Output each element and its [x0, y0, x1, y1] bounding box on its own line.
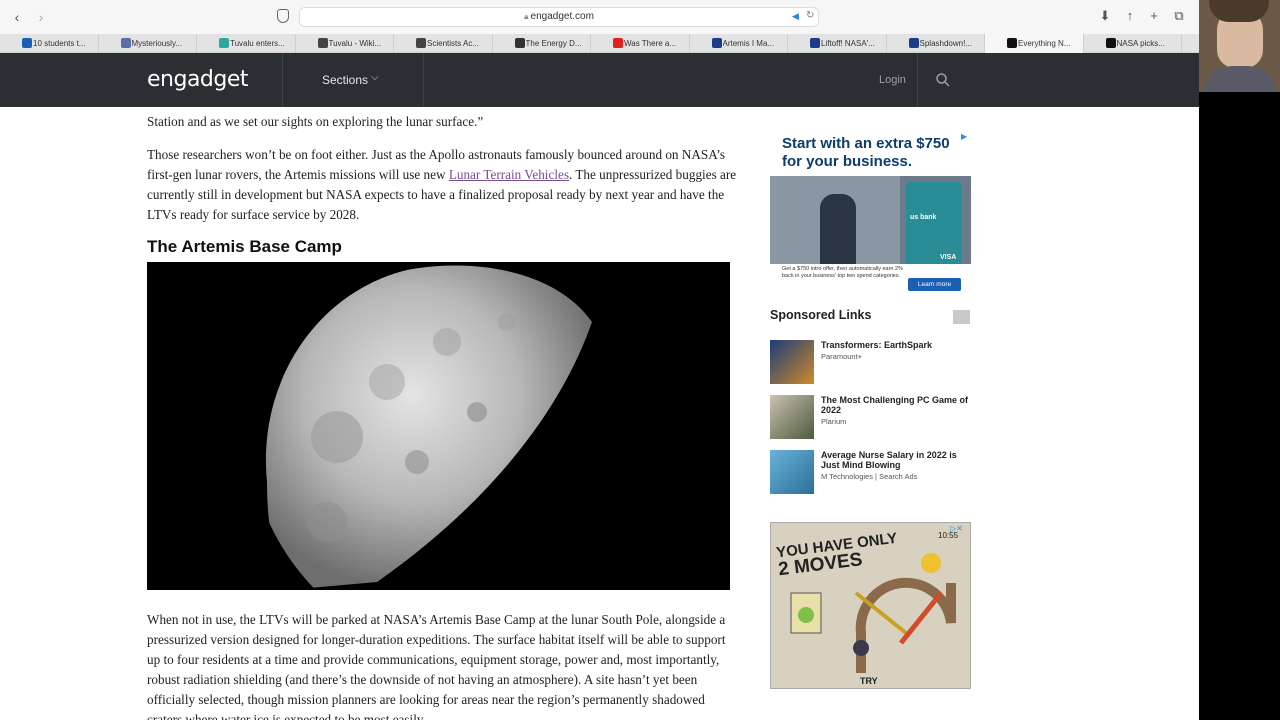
article-paragraph: Those researchers won’t be on foot eithe… [147, 145, 737, 225]
adchoices-icon[interactable]: ▶ [961, 133, 969, 141]
sponsored-thumbnail[interactable] [770, 450, 814, 494]
tab-favicon-icon [810, 38, 820, 48]
tab-label: Was There a... [624, 39, 677, 48]
browser-toolbar: ‹ › 🔒︎ engadget.com ◀ ↻ ⬇ ↑ + ⧉ [0, 0, 1199, 34]
tab-favicon-icon [22, 38, 32, 48]
search-icon[interactable] [935, 72, 951, 88]
article-paragraph: Station and as we set our sights on expl… [147, 114, 484, 129]
tab-favicon-icon [317, 38, 328, 48]
reload-icon[interactable]: ↻ [806, 10, 814, 21]
browser-tab[interactable]: Everything N... [985, 34, 1084, 53]
header-divider [917, 53, 918, 107]
chevron-down-icon[interactable]: ⌵ [371, 72, 379, 83]
url-text: engadget.com [530, 11, 594, 22]
browser-tab[interactable]: Mysteriously... [99, 34, 197, 53]
lunar-terrain-vehicles-link[interactable]: Lunar Terrain Vehicles [449, 167, 569, 182]
sponsored-item[interactable]: The Most Challenging PC Game of 2022 Pla… [770, 395, 970, 439]
browser-tab[interactable]: Splashdown!... [887, 34, 985, 53]
game-illustration [790, 553, 956, 673]
tab-favicon-icon [908, 38, 919, 48]
learn-more-button[interactable]: Learn more [908, 278, 961, 291]
tab-label: Mysteriously... [131, 39, 183, 48]
tab-label: Tuvalu enters... [230, 39, 285, 48]
tab-overview-icon[interactable]: ⧉ [1172, 9, 1186, 23]
section-heading: The Artemis Base Camp [147, 237, 342, 256]
tab-label: Splashdown!... [919, 39, 972, 48]
sponsored-thumbnail[interactable] [770, 340, 814, 384]
forward-icon[interactable]: › [33, 9, 49, 25]
sections-menu[interactable]: Sections [322, 73, 368, 87]
share-icon[interactable]: ↑ [1123, 9, 1137, 23]
sponsored-headline[interactable]: Transformers: EarthSpark [821, 340, 971, 350]
usbank-ad[interactable]: Start with an extra $750 for your busine… [770, 130, 971, 292]
privacy-shield-icon[interactable] [277, 9, 289, 23]
browser-tab[interactable]: The Energy D... [493, 34, 591, 53]
tab-favicon-icon [613, 38, 623, 48]
browser-tab[interactable]: Scientists Ac... [394, 34, 493, 53]
ad-photo: us bank VISA [770, 176, 971, 264]
sponsored-source: Plarium [821, 417, 847, 426]
sponsored-thumbnail[interactable] [770, 395, 814, 439]
article-paragraph: When not in use, the LTVs will be parked… [147, 612, 726, 720]
card-brand: us bank [910, 214, 937, 221]
ad-fine-print: Get a $750 intro offer, then automatical… [782, 266, 903, 279]
sponsored-headline[interactable]: The Most Challenging PC Game of 2022 [821, 395, 971, 415]
ad-headline: Start with an extra $750 for your busine… [782, 135, 950, 170]
site-header: engadget Sections ⌵ Login [0, 53, 1199, 107]
sponsored-source: M Technologies | Search Ads [821, 472, 918, 481]
tab-label: Everything N... [1018, 39, 1071, 48]
browser-window: ‹ › 🔒︎ engadget.com ◀ ↻ ⬇ ↑ + ⧉ 10 stude… [0, 0, 1199, 720]
download-icon[interactable]: ⬇ [1098, 9, 1112, 23]
tab-favicon-icon [1007, 38, 1017, 48]
address-bar[interactable]: 🔒︎ engadget.com ◀ ↻ [299, 7, 819, 27]
sponsored-source: Paramount+ [821, 352, 863, 361]
moon-photo [147, 262, 730, 590]
browser-tab[interactable]: Artemis I Ma... [690, 34, 788, 53]
tab-favicon-icon [219, 38, 229, 48]
tab-label: Scientists Ac... [427, 39, 480, 48]
new-tab-icon[interactable]: + [1147, 9, 1161, 23]
webcam-overlay [1199, 0, 1280, 92]
tab-label: Artemis I Ma... [722, 39, 775, 48]
tab-favicon-icon [1105, 38, 1116, 48]
tab-label: Tuvalu - Wiki... [328, 39, 382, 48]
header-divider [423, 53, 424, 107]
browser-tab[interactable]: Tuvalu enters... [197, 34, 296, 53]
card-network: VISA [940, 254, 957, 261]
audio-icon[interactable]: ◀ [792, 11, 799, 22]
sponsored-item[interactable]: Average Nurse Salary in 2022 is Just Min… [770, 450, 970, 494]
login-link[interactable]: Login [879, 74, 906, 86]
engadget-logo[interactable]: engadget [147, 67, 249, 92]
header-divider [859, 53, 860, 107]
tab-favicon-icon [711, 38, 722, 48]
sponsored-links-title: Sponsored Links [770, 308, 872, 322]
back-icon[interactable]: ‹ [9, 9, 25, 25]
sponsored-headline[interactable]: Average Nurse Salary in 2022 is Just Min… [821, 450, 971, 470]
tab-label: 10 students t... [33, 39, 86, 48]
browser-tab[interactable]: NASA picks... [1084, 34, 1182, 53]
tab-favicon-icon [514, 38, 525, 48]
browser-tab[interactable]: Liftoff! NASA'... [788, 34, 887, 53]
browser-tab[interactable]: Tuvalu - Wiki... [296, 34, 394, 53]
tab-favicon-icon [416, 38, 426, 48]
tab-label: NASA picks... [1116, 39, 1165, 48]
tab-label: The Energy D... [525, 39, 582, 48]
try-button[interactable]: TRY [860, 676, 878, 686]
browser-tab[interactable]: 10 students t... [0, 34, 99, 53]
header-divider [282, 53, 283, 107]
tab-label: Liftoff! NASA'... [821, 39, 875, 48]
tab-favicon-icon [120, 38, 131, 48]
game-ad[interactable]: YOU HAVE ONLY 2 MOVES 10:55 ▷✕ TRY [770, 522, 971, 689]
browser-tab[interactable]: Was There a... [591, 34, 690, 53]
tab-bar: 10 students t... Mysteriously... Tuvalu en… [0, 34, 1199, 53]
sponsored-item[interactable]: Transformers: EarthSpark Paramount+ [770, 340, 970, 384]
sponsor-badge-icon[interactable] [953, 310, 970, 324]
